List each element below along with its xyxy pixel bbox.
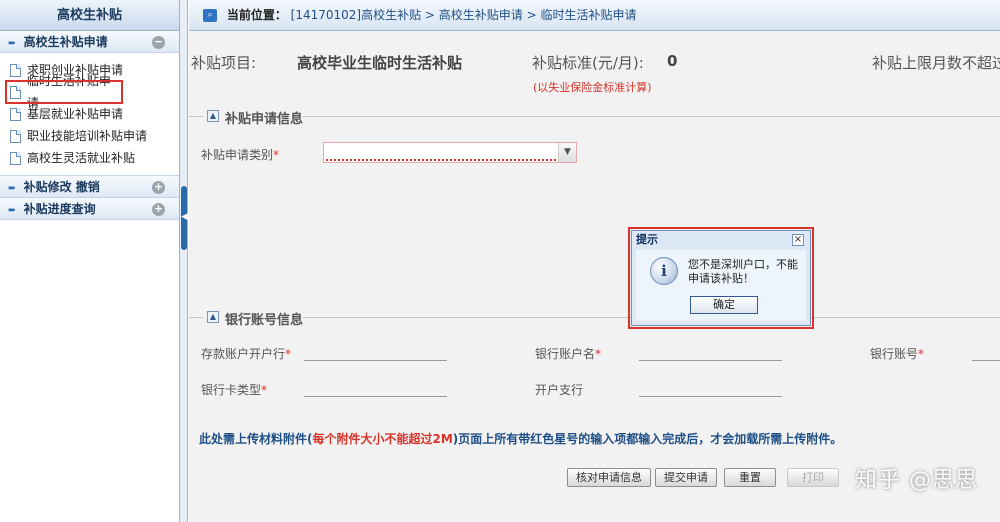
expand-icon[interactable]: + (152, 203, 165, 216)
sidebar-group-label: 补贴修改 撤销 (23, 180, 100, 194)
bank-open-label: 存款账户开户行* (201, 345, 291, 362)
sidebar-group-label: 补贴进度查询 (23, 202, 96, 216)
document-icon (10, 63, 21, 77)
info-icon: i (650, 257, 678, 285)
required-mark: * (285, 347, 292, 361)
dialog-message: 您不是深圳户口，不能申请该补贴！ (688, 258, 798, 285)
ok-button[interactable]: 确定 (690, 296, 758, 314)
collapse-sidebar-handle[interactable]: ◀ (181, 186, 188, 250)
subsidy-standard-value: 0 (667, 52, 678, 70)
label-text: 开户支行 (535, 383, 584, 397)
required-mark: * (273, 148, 280, 162)
branch-input[interactable] (639, 396, 782, 397)
watermark: 知乎 @思思 (855, 468, 978, 493)
apply-type-label: 补贴申请类别* (201, 146, 279, 163)
account-name-label: 银行账户名* (535, 345, 601, 362)
upload-note-suffix: )页面上所有带红色星号的输入项都输入完成后，才会加载所需上传附件。 (452, 432, 843, 446)
sidebar-group-label: 高校生补贴申请 (23, 35, 108, 49)
upload-note-highlight: 每个附件大小不能超过2M (312, 432, 453, 446)
apply-type-select[interactable]: ▼ (323, 142, 577, 163)
subsidy-info-row: 补贴项目: 高校毕业生临时生活补贴 补贴标准(元/月): 0 补贴上限月数不超过 (189, 52, 1000, 72)
sidebar-item-label: 职业技能培训补贴申请 (27, 129, 148, 143)
sidebar-item-grassroots[interactable]: 基层就业补贴申请 (0, 103, 179, 125)
section-title: 银行账号信息 (225, 313, 304, 328)
sidebar-item-temp-living[interactable]: 临时生活补贴申请 (5, 74, 123, 110)
arrow-right-icon: ➨ (8, 38, 17, 49)
close-icon[interactable]: × (792, 234, 804, 246)
required-mark: * (261, 383, 268, 397)
upload-note-prefix: 此处需上传材料附件( (199, 432, 313, 446)
arrow-right-icon: ➨ (8, 205, 17, 216)
sidebar-title: 高校生补贴 (0, 0, 179, 31)
chevron-left-icon: ◀ (181, 212, 188, 222)
check-info-button[interactable]: 核对申请信息 (567, 468, 651, 487)
sidebar-group-modify[interactable]: ➨ 补贴修改 撤销 + (0, 176, 179, 198)
branch-label: 开户支行 (535, 381, 583, 398)
arrow-right-icon: ➨ (8, 183, 17, 194)
subsidy-item-label: 补贴项目: (191, 54, 257, 72)
submit-button[interactable]: 提交申请 (655, 468, 717, 487)
card-type-input[interactable] (304, 396, 447, 397)
sidebar: 高校生补贴 ➨ 高校生补贴申请 − 求职创业补贴申请 临时生活补贴申请 基层就业… (0, 0, 180, 522)
section-apply-info: ▲ 补贴申请信息 (189, 107, 1000, 127)
bank-open-input[interactable] (304, 360, 447, 361)
validation-underline (326, 159, 556, 161)
account-no-input[interactable] (972, 360, 1000, 361)
search-icon: ⌕ (203, 9, 217, 22)
label-text: 银行卡类型 (201, 383, 262, 397)
collapse-section-icon[interactable]: ▲ (207, 110, 219, 122)
required-mark: * (595, 347, 602, 361)
collapse-section-icon[interactable]: ▲ (207, 311, 219, 323)
upload-note: 此处需上传材料附件(每个附件大小不能超过2M)页面上所有带红色星号的输入项都输入… (199, 430, 842, 447)
sidebar-item-label: 基层就业补贴申请 (27, 107, 124, 121)
sidebar-group-apply[interactable]: ➨ 高校生补贴申请 − (0, 31, 179, 53)
label-text: 银行账户名 (535, 347, 596, 361)
subsidy-standard-label: 补贴标准(元/月): (532, 54, 644, 72)
section-bank-info: ▲ 银行账号信息 (189, 308, 1000, 328)
breadcrumb-label: 当前位置： (226, 8, 287, 22)
subsidy-max-months-label: 补贴上限月数不超过 (872, 54, 1000, 72)
collapse-icon[interactable]: − (152, 36, 165, 49)
dialog-title: 提示 (636, 233, 658, 246)
alert-dialog: 提示 × i 您不是深圳户口，不能申请该补贴！ 确定 (628, 227, 814, 329)
divider (189, 116, 203, 117)
subsidy-item-value: 高校毕业生临时生活补贴 (297, 54, 463, 72)
chevron-down-icon[interactable]: ▼ (558, 143, 576, 162)
reset-button[interactable]: 重置 (724, 468, 776, 487)
expand-icon[interactable]: + (152, 181, 165, 194)
sidebar-item-skill-training[interactable]: 职业技能培训补贴申请 (0, 125, 179, 147)
main-content: ⌕ 当前位置： [14170102]高校生补贴 > 高校生补贴申请 > 临时生活… (189, 0, 1000, 522)
card-type-label: 银行卡类型* (201, 381, 267, 398)
account-no-label: 银行账号* (870, 345, 924, 362)
document-icon (10, 151, 21, 165)
sidebar-group-items: 求职创业补贴申请 临时生活补贴申请 基层就业补贴申请 职业技能培训补贴申请 高校… (0, 53, 179, 176)
sidebar-item-label: 高校生灵活就业补贴 (27, 151, 136, 165)
document-icon (10, 85, 21, 99)
sidebar-item-flexible-employment[interactable]: 高校生灵活就业补贴 (0, 147, 179, 169)
print-button[interactable]: 打印 (787, 468, 839, 487)
subsidy-standard-note: (以失业保险金标准计算) (533, 81, 652, 94)
divider (189, 317, 203, 318)
breadcrumb-path: [14170102]高校生补贴 > 高校生补贴申请 > 临时生活补贴申请 (290, 8, 637, 22)
breadcrumb: ⌕ 当前位置： [14170102]高校生补贴 > 高校生补贴申请 > 临时生活… (189, 0, 1000, 31)
label-text: 存款账户开户行 (201, 347, 286, 361)
label-text: 补贴申请类别 (201, 148, 274, 162)
sidebar-group-progress[interactable]: ➨ 补贴进度查询 + (0, 198, 179, 220)
document-icon (10, 107, 21, 121)
label-text: 银行账号 (870, 347, 919, 361)
section-title: 补贴申请信息 (225, 112, 304, 127)
dialog-body: i 您不是深圳户口，不能申请该补贴！ 确定 (636, 250, 806, 321)
document-icon (10, 129, 21, 143)
account-name-input[interactable] (639, 360, 782, 361)
required-mark: * (918, 347, 925, 361)
divider (303, 116, 1000, 117)
splitter[interactable]: ◀ (180, 0, 188, 522)
